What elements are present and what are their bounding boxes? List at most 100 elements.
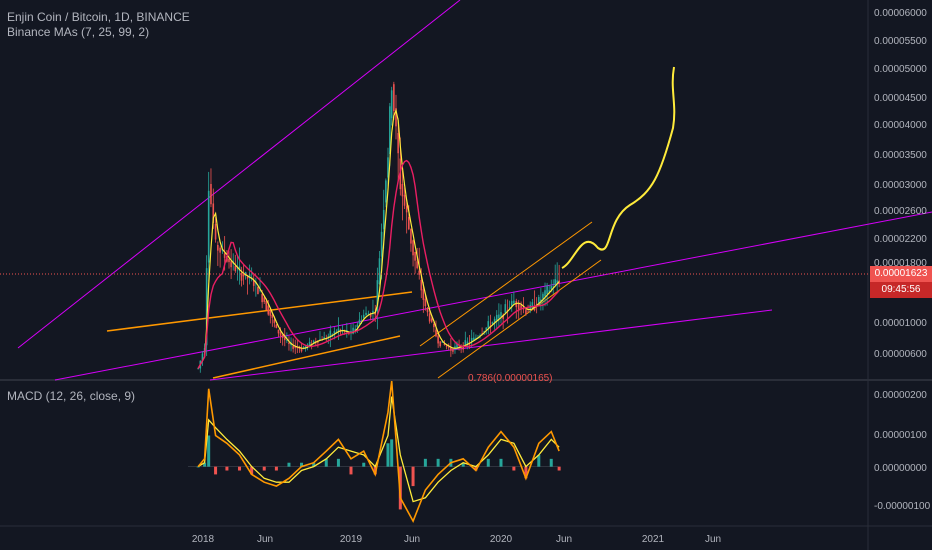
- candle-body: [365, 312, 367, 315]
- candle-body: [397, 133, 399, 154]
- candle-body: [430, 318, 433, 322]
- macd-histogram-bar: [411, 466, 415, 487]
- price-axis-label: 0.00000600: [874, 349, 927, 360]
- candle-body: [554, 279, 556, 285]
- candle-body: [234, 266, 237, 272]
- channel-bottom-2020: [437, 259, 602, 379]
- candle-body: [439, 341, 442, 347]
- candle-body: [525, 309, 527, 315]
- candle-body: [329, 330, 332, 337]
- candle-body: [257, 287, 259, 295]
- macd-axis-label: 0.00000000: [874, 463, 927, 474]
- candle-body: [277, 329, 280, 334]
- candle-body: [420, 280, 423, 291]
- macd-histogram-bar: [499, 458, 503, 467]
- candle-body: [269, 310, 272, 316]
- candle-body: [385, 180, 387, 203]
- candle-body: [401, 184, 404, 197]
- macd-histogram-bar: [390, 439, 394, 467]
- macd-histogram-bar: [225, 466, 229, 471]
- trendline-lower: [209, 309, 773, 381]
- candle-body: [261, 294, 263, 303]
- candle-body: [265, 301, 268, 311]
- time-axis-label: Jun: [404, 534, 420, 545]
- candle-body: [214, 224, 217, 240]
- fib-level-label[interactable]: 0.786(0.00000165): [468, 373, 553, 384]
- candle-body: [283, 337, 286, 341]
- candle-body: [450, 347, 452, 351]
- candle-body: [410, 228, 412, 244]
- trendline-middle: [54, 211, 932, 381]
- macd-histogram-bar: [549, 458, 553, 467]
- candle-body: [435, 329, 437, 337]
- macd-histogram-bar: [237, 466, 241, 471]
- candle-body: [228, 259, 230, 263]
- price-axis-label: 0.00002200: [874, 234, 927, 245]
- candle-body: [504, 304, 507, 313]
- candle-body: [500, 312, 502, 317]
- macd-histogram-bar: [274, 466, 278, 471]
- candle-body: [210, 184, 212, 205]
- candle-body: [217, 245, 219, 251]
- price-axis-label: 0.00005500: [874, 36, 927, 47]
- trendline-upper: [17, 0, 461, 349]
- candle-body: [544, 290, 546, 297]
- candle-body: [230, 261, 232, 268]
- candle-body: [267, 305, 270, 315]
- macd-histogram-bar: [207, 435, 211, 467]
- candle-body: [362, 314, 365, 318]
- candle-body: [408, 217, 410, 230]
- candle-body: [422, 289, 425, 300]
- macd-axis-label: 0.00000100: [874, 430, 927, 441]
- candle-body: [281, 334, 284, 339]
- macd-axis[interactable]: 0.00000200 0.00000100 0.00000000 -0.0000010…: [874, 390, 931, 512]
- candle-body: [470, 337, 473, 342]
- candle-body: [487, 321, 490, 328]
- macd-histogram-bar: [287, 462, 291, 467]
- drawings-layer[interactable]: [17, 0, 932, 381]
- price-axis-label: 0.00005000: [874, 64, 927, 75]
- channel-bottom-2018: [212, 335, 401, 379]
- candle-body: [223, 253, 226, 258]
- macd-histogram-bar: [423, 458, 427, 467]
- ma-25-line: [197, 159, 560, 369]
- ma-legend[interactable]: Binance MAs (7, 25, 99, 2): [7, 25, 149, 39]
- price-axis-label: 0.00001000: [874, 318, 927, 329]
- current-price-tag: 0.00001623: [870, 266, 932, 282]
- bar-countdown-tag: 09:45:56: [870, 282, 932, 298]
- candle-body: [263, 297, 266, 302]
- time-axis-label: 2021: [642, 534, 665, 545]
- candle-body: [428, 313, 431, 322]
- macd-signal-line: [197, 396, 560, 503]
- macd-histogram-bar: [512, 466, 516, 471]
- price-axis[interactable]: 0.00006000 0.00005500 0.00005000 0.00004500…: [874, 8, 927, 360]
- macd-histogram-bar: [486, 458, 490, 467]
- price-axis-label: 0.00002600: [874, 206, 927, 217]
- chart-canvas[interactable]: 0.786(0.00000165) 0.000060000.000055000.…: [0, 0, 932, 550]
- candle-body: [452, 349, 454, 352]
- time-axis-label: Jun: [556, 534, 572, 545]
- candle-body: [292, 345, 294, 349]
- price-axis-label: 0.00003500: [874, 150, 927, 161]
- candle-body: [537, 297, 540, 303]
- macd-legend[interactable]: MACD (12, 26, close, 9): [7, 389, 135, 403]
- candle-body: [403, 194, 406, 206]
- macd-histogram-bar: [436, 458, 440, 467]
- symbol-legend[interactable]: Enjin Coin / Bitcoin, 1D, BINANCE: [7, 10, 190, 24]
- candle-body: [433, 323, 435, 328]
- time-axis-label: 2018: [192, 534, 215, 545]
- candle-body: [275, 324, 278, 328]
- time-axis[interactable]: 2018 Jun 2019 Jun 2020 Jun 2021 Jun: [192, 534, 721, 545]
- candle-body: [412, 240, 414, 256]
- price-axis-label: 0.00004500: [874, 93, 927, 104]
- candle-body: [510, 301, 513, 306]
- candle-body: [219, 247, 221, 253]
- price-axis-label: 0.00006000: [874, 8, 927, 19]
- candle-body: [337, 328, 340, 332]
- candle-body: [358, 319, 361, 324]
- candle-body: [288, 342, 290, 345]
- candle-body: [520, 305, 522, 309]
- macd-histogram-bar: [386, 443, 390, 467]
- candle-body: [382, 209, 385, 230]
- candle-body: [308, 341, 311, 346]
